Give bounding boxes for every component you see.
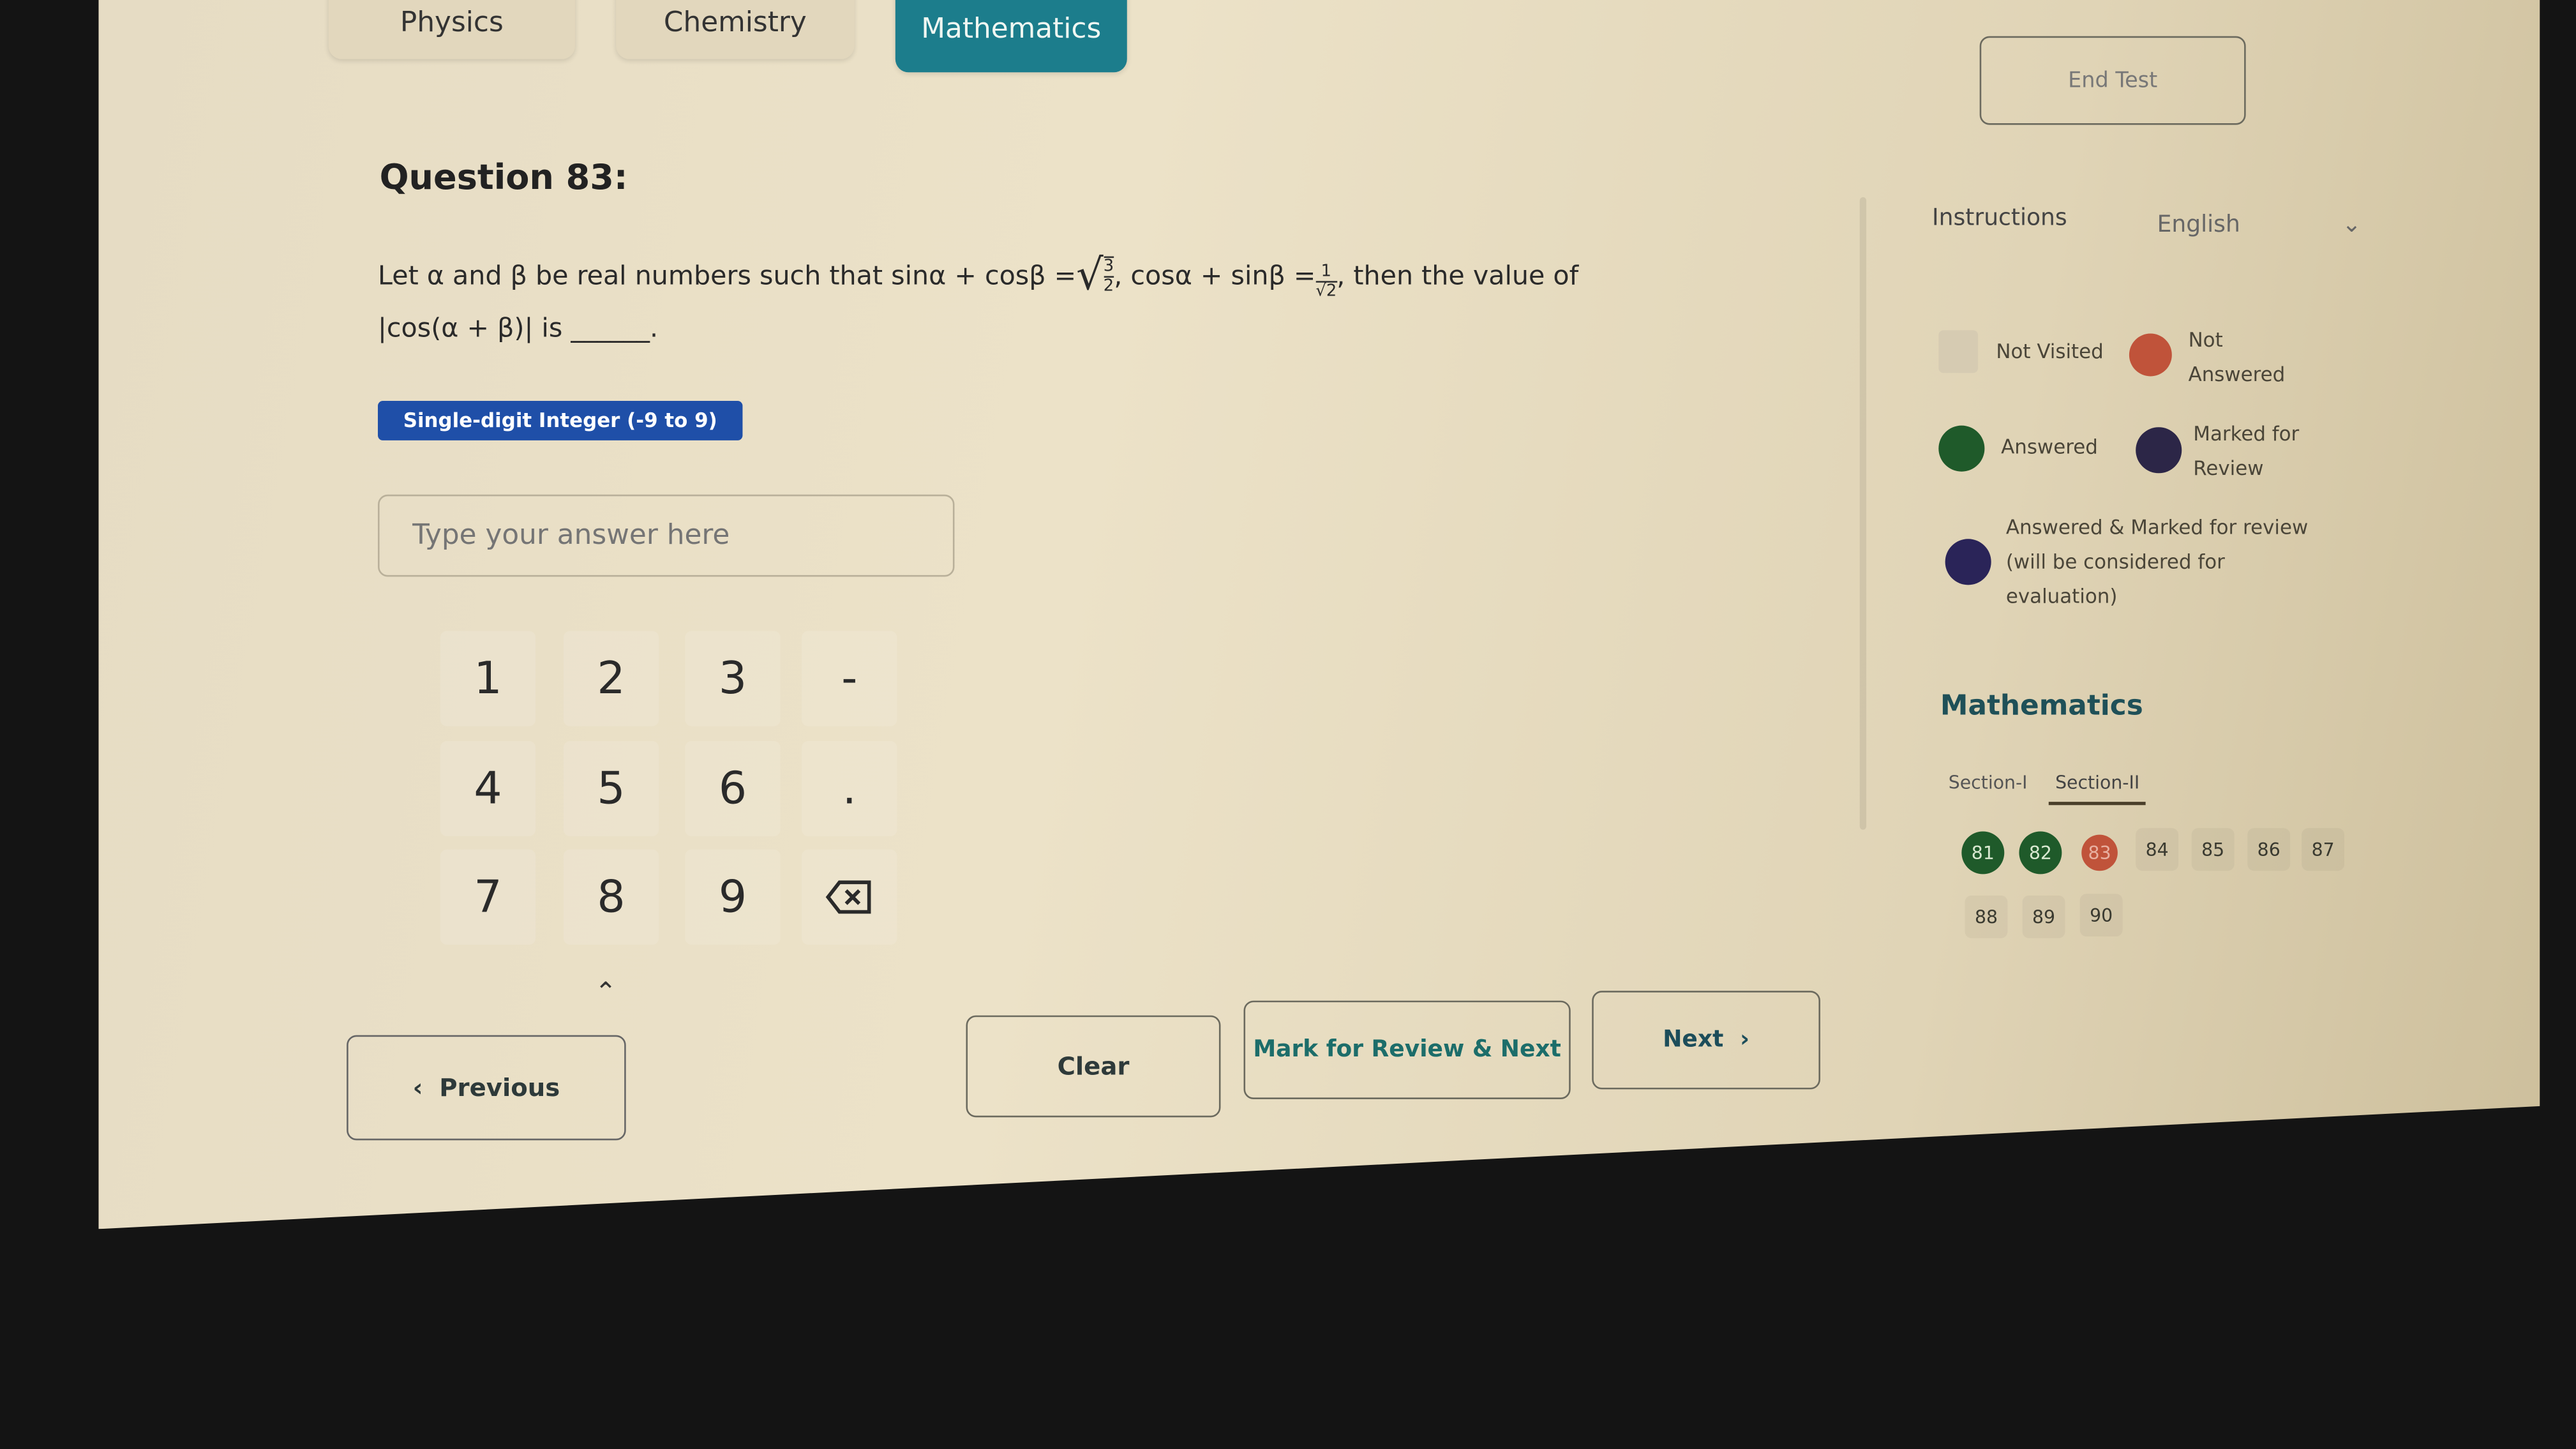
key-minus[interactable]: -: [802, 631, 897, 726]
instructions-link[interactable]: Instructions: [1932, 206, 2067, 232]
tab-mathematics[interactable]: Mathematics: [895, 0, 1127, 73]
subject-title: Mathematics: [1940, 690, 2143, 723]
clear-button[interactable]: Clear: [966, 1015, 1221, 1118]
legend-answered-marked: Answered & Marked for review (will be co…: [2005, 516, 2309, 608]
legend-not-answered: Not Answered: [2188, 328, 2286, 386]
sqrt-icon: √: [1076, 250, 1104, 300]
question-type-badge: Single-digit Integer (-9 to 9): [378, 401, 743, 440]
question-81[interactable]: 81: [1961, 831, 2005, 875]
key-1[interactable]: 1: [440, 631, 536, 726]
key-9[interactable]: 9: [685, 849, 781, 945]
exam-screen: Physics Chemistry Mathematics End Test Q…: [98, 0, 2540, 1229]
legend-not-visited-swatch: [1938, 330, 1979, 373]
next-button[interactable]: Next ›: [1592, 991, 1820, 1090]
key-backspace[interactable]: [802, 849, 897, 945]
key-3[interactable]: 3: [685, 631, 781, 726]
section-tab-2[interactable]: Section-II: [2048, 772, 2146, 806]
tab-physics[interactable]: Physics: [328, 0, 575, 59]
question-text-line2: |cos(α + β)| is ______.: [378, 312, 659, 343]
question-82[interactable]: 82: [2019, 831, 2062, 875]
key-7[interactable]: 7: [440, 849, 536, 945]
legend-answered: Answered: [2001, 435, 2098, 459]
chevron-down-icon: ⌄: [2342, 212, 2362, 239]
legend-not-visited: Not Visited: [1996, 340, 2104, 363]
key-4[interactable]: 4: [440, 740, 536, 837]
caret-up-icon[interactable]: ⌃: [595, 976, 617, 1007]
chevron-left-icon: ‹: [412, 1072, 423, 1103]
legend-answered-dot: [1938, 425, 1985, 472]
key-6[interactable]: 6: [685, 740, 781, 837]
previous-button[interactable]: ‹ Previous: [347, 1035, 626, 1141]
question-87[interactable]: 87: [2302, 828, 2345, 871]
legend-marked-review: Marked for Review: [2193, 422, 2300, 480]
chevron-right-icon: ›: [1740, 1026, 1749, 1053]
legend-not-answered-dot: [2129, 333, 2172, 377]
question-84[interactable]: 84: [2136, 828, 2179, 871]
question-90[interactable]: 90: [2079, 894, 2123, 937]
question-85[interactable]: 85: [2191, 828, 2235, 871]
section-tab-1[interactable]: Section-I: [1949, 772, 2028, 793]
question-86[interactable]: 86: [2247, 828, 2291, 871]
key-decimal[interactable]: .: [802, 740, 897, 837]
fraction: 1 √2: [1315, 262, 1337, 301]
question-83[interactable]: 83: [2081, 834, 2118, 871]
key-8[interactable]: 8: [563, 849, 659, 945]
question-88[interactable]: 88: [1965, 895, 2008, 938]
tab-chemistry[interactable]: Chemistry: [616, 0, 855, 59]
question-text-line1: Let α and β be real numbers such that si…: [378, 250, 1579, 301]
question-title: Question 83:: [379, 158, 628, 197]
legend-answered-marked-dot: [1945, 539, 1991, 585]
sqrt-fraction: 32: [1103, 255, 1114, 295]
legend-marked-dot: [2136, 427, 2182, 474]
backspace-icon: [825, 880, 871, 914]
answer-input[interactable]: [378, 494, 955, 577]
language-select[interactable]: English ⌄: [2157, 212, 2362, 238]
key-2[interactable]: 2: [563, 631, 659, 726]
question-89[interactable]: 89: [2022, 895, 2065, 938]
key-5[interactable]: 5: [563, 740, 659, 837]
end-test-button[interactable]: End Test: [1979, 36, 2246, 125]
panel-divider: [1859, 197, 1867, 830]
mark-review-next-button[interactable]: Mark for Review & Next: [1243, 1000, 1571, 1100]
